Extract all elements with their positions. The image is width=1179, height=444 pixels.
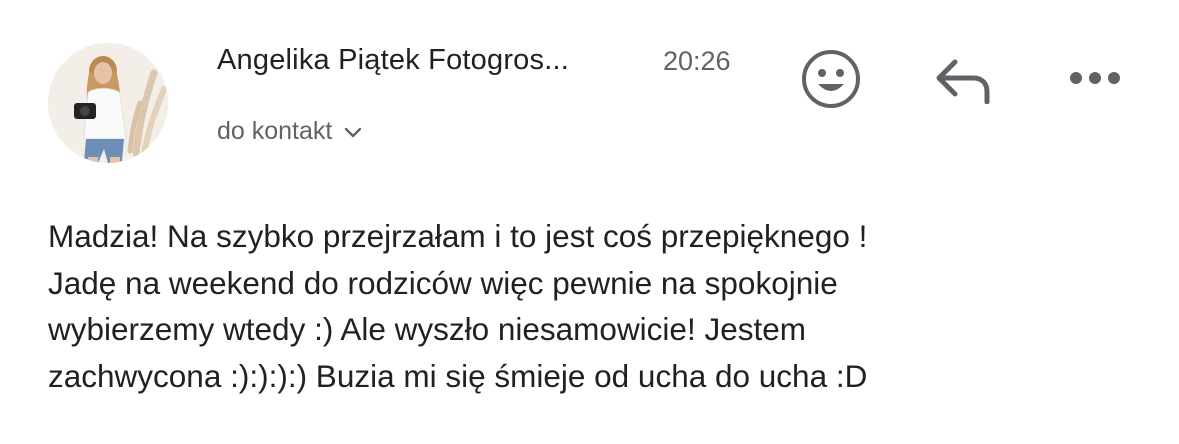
message-header: Angelika Piątek Fotogros... 20:26 do kon… — [0, 0, 1179, 180]
more-options-button[interactable] — [1064, 55, 1126, 101]
sender-name[interactable]: Angelika Piątek Fotogros... — [217, 44, 569, 77]
message-time: 20:26 — [663, 46, 731, 76]
message-body-line: wybierzemy wtedy :) Ale wyszło niesamowi… — [48, 311, 806, 347]
add-reaction-button[interactable] — [798, 46, 864, 112]
more-horizontal-icon — [1070, 72, 1120, 84]
chevron-down-icon — [344, 126, 362, 144]
message-body-line: Jadę na weekend do rodziców więc pewnie … — [48, 264, 838, 301]
reply-button[interactable] — [930, 50, 996, 110]
avatar-photo — [48, 43, 168, 163]
message-body-line: zachwycona :):):):) Buzia mi się śmieje … — [48, 357, 868, 394]
sender-avatar[interactable] — [48, 43, 168, 163]
recipient-label: do kontakt — [217, 116, 333, 145]
message-body: Madzia! Na szybko przejrzałam i to jest … — [48, 213, 1148, 399]
reply-arrow-icon — [936, 59, 990, 104]
smiley-face-icon — [802, 50, 860, 108]
recipient-details-toggle[interactable]: do kontakt — [217, 114, 362, 148]
message-body-line: Madzia! Na szybko przejrzałam i to jest … — [48, 218, 868, 254]
